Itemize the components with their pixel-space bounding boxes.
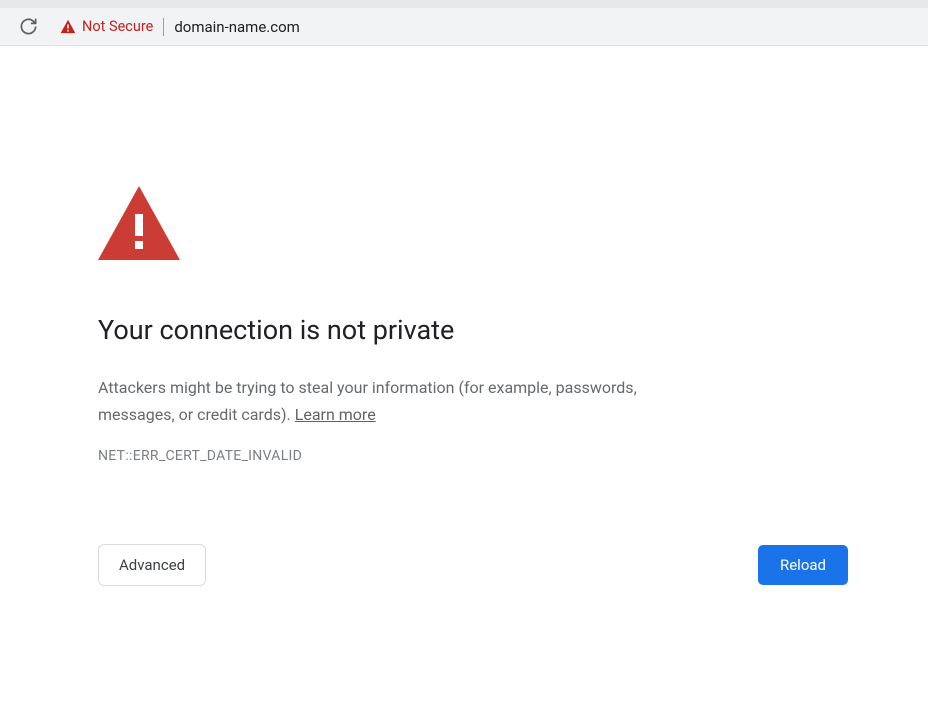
- domain-text: domain-name.com: [174, 18, 299, 36]
- warning-triangle-icon: [60, 19, 76, 34]
- page-title: Your connection is not private: [98, 314, 662, 346]
- error-page-content: Your connection is not private Attackers…: [0, 46, 760, 586]
- reload-page-button[interactable]: Reload: [758, 545, 848, 585]
- large-warning-icon: [98, 186, 662, 264]
- button-row: Advanced Reload: [98, 544, 848, 586]
- reload-icon: [19, 17, 38, 36]
- error-description: Attackers might be trying to steal your …: [98, 374, 662, 428]
- not-secure-label: Not Secure: [82, 18, 153, 35]
- window-top-border: [0, 0, 928, 8]
- advanced-button[interactable]: Advanced: [98, 544, 206, 586]
- address-input[interactable]: Not Secure domain-name.com: [52, 12, 928, 42]
- security-indicator[interactable]: Not Secure: [60, 18, 153, 35]
- error-code: NET::ERR_CERT_DATE_INVALID: [98, 448, 662, 464]
- reload-button[interactable]: [12, 11, 44, 43]
- browser-address-bar: Not Secure domain-name.com: [0, 8, 928, 46]
- learn-more-link[interactable]: Learn more: [295, 405, 376, 424]
- address-separator: [163, 18, 164, 36]
